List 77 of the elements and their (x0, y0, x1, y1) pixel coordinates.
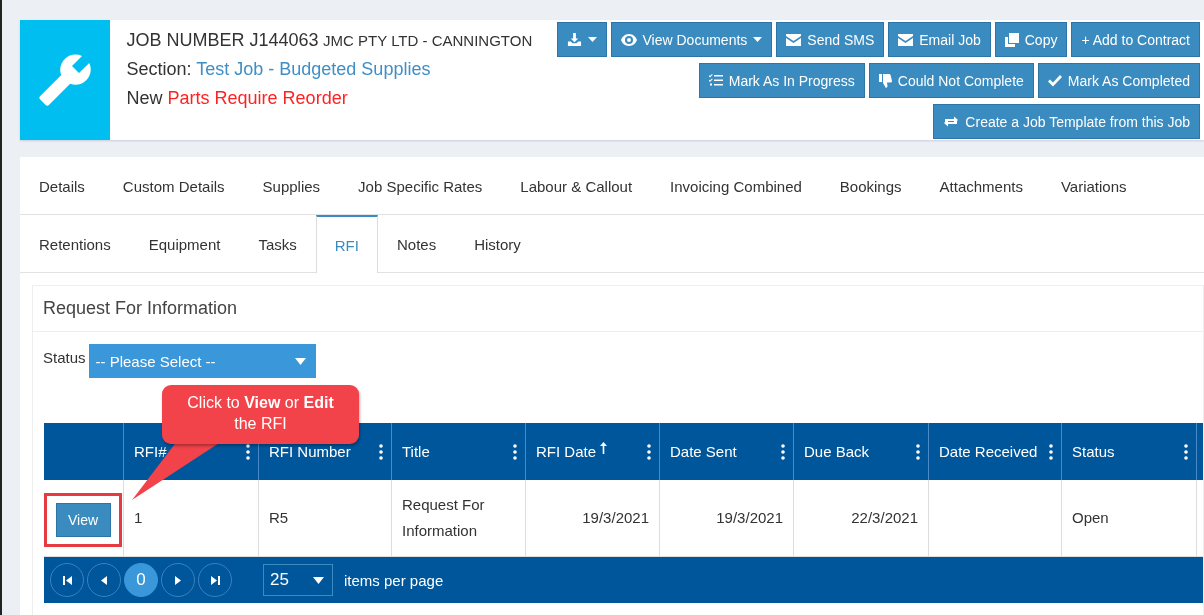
column-menu-icon[interactable] (513, 443, 517, 460)
tab[interactable]: RFI (315, 215, 378, 273)
table-cell-text: R5 (269, 508, 289, 528)
thumbs-down-icon (878, 73, 892, 88)
column-header[interactable]: Date Received (928, 423, 1061, 480)
toolbar-button[interactable] (556, 22, 607, 57)
company-name: JMC PTY LTD - CANNINGTON (323, 32, 533, 49)
section-label: Section: (126, 59, 192, 79)
tab[interactable]: History (455, 215, 540, 272)
column-header[interactable]: Status (1061, 423, 1196, 480)
toolbar-button[interactable]: + Add to Contract (1071, 22, 1200, 57)
table-cell-text: Open (1072, 508, 1109, 528)
sort-arrow-icon (600, 442, 607, 454)
dropdown-caret-icon (313, 576, 324, 584)
tab[interactable]: Invoicing Combined (651, 157, 821, 214)
table-cell-text: 19/3/2021 (582, 508, 649, 528)
column-menu-icon[interactable] (647, 443, 651, 460)
table-cell-text: 22/3/2021 (851, 508, 918, 528)
column-header[interactable]: Title (391, 423, 525, 480)
column-menu-icon[interactable] (379, 443, 383, 460)
first-page-icon (62, 575, 72, 585)
callout-bubble: Click to View or Edit the RFI (162, 385, 359, 444)
tab[interactable]: Attachments (920, 157, 1042, 214)
tab[interactable]: Supplies (243, 157, 340, 214)
tab[interactable]: Variations (1041, 157, 1146, 214)
tab[interactable]: Tasks (239, 215, 316, 272)
next-icon (175, 575, 181, 585)
download-icon (566, 32, 582, 47)
envelope-icon (898, 33, 914, 46)
toolbar-button[interactable]: Copy (994, 22, 1068, 57)
column-header[interactable]: Date Sent (659, 423, 793, 480)
status-value: Parts Require Reorder (167, 88, 348, 108)
column-menu-icon[interactable] (1049, 443, 1053, 460)
column-menu-icon[interactable] (246, 443, 250, 460)
caret-icon (587, 37, 597, 42)
column-menu-icon[interactable] (916, 443, 920, 460)
view-button[interactable]: View (55, 503, 111, 537)
repeat-icon (943, 115, 960, 128)
column-menu-icon[interactable] (781, 443, 785, 460)
job-number: JOB NUMBER J144063 (126, 30, 319, 50)
table-cell-text: Request For Information (402, 495, 486, 541)
envelope-icon (786, 33, 802, 46)
status-filter-label: Status (43, 349, 86, 366)
toolbar-button[interactable]: Mark As Completed (1037, 63, 1200, 98)
tab[interactable]: Job Specific Rates (339, 157, 502, 214)
items-per-page-label: items per page (344, 571, 444, 589)
page-size-dropdown[interactable]: 25 (263, 564, 333, 596)
toolbar-button[interactable]: Send SMS (776, 22, 885, 57)
check-icon (1047, 74, 1062, 87)
eye-icon (620, 33, 637, 46)
last-page-icon (210, 575, 220, 585)
checklist-icon (708, 74, 723, 87)
status-label: New (126, 88, 163, 108)
table-cell-text: 19/3/2021 (716, 508, 783, 528)
toolbar-button[interactable]: Could Not Complete (868, 63, 1034, 98)
column-header[interactable]: Due Back (793, 423, 928, 480)
copy-icon (1004, 32, 1019, 47)
tab[interactable]: Equipment (129, 215, 240, 272)
previous-icon (101, 575, 107, 585)
panel-title: Request For Information (33, 286, 1203, 332)
toolbar-button[interactable]: Mark As In Progress (698, 63, 865, 98)
tab[interactable]: Labour & Callout (501, 157, 652, 214)
tab[interactable]: Bookings (820, 157, 921, 214)
tab[interactable]: Details (20, 157, 104, 214)
section-link[interactable]: Test Job - Budgeted Supplies (196, 59, 431, 79)
toolbar-button[interactable]: Create a Job Template from this Job (933, 104, 1200, 139)
table-cell-text: 1 (134, 508, 143, 528)
tab[interactable]: Retentions (20, 215, 130, 272)
caret-icon (753, 37, 763, 42)
tab[interactable]: Notes (377, 215, 456, 272)
dropdown-caret-icon (294, 357, 306, 365)
column-header[interactable]: RFI Date (525, 423, 659, 480)
last-page-button[interactable] (198, 563, 232, 597)
toolbar-button[interactable]: Email Job (888, 22, 991, 57)
column-menu-icon[interactable] (1184, 443, 1188, 460)
toolbar-button[interactable]: View Documents (610, 22, 773, 57)
tab[interactable]: Custom Details (103, 157, 244, 214)
